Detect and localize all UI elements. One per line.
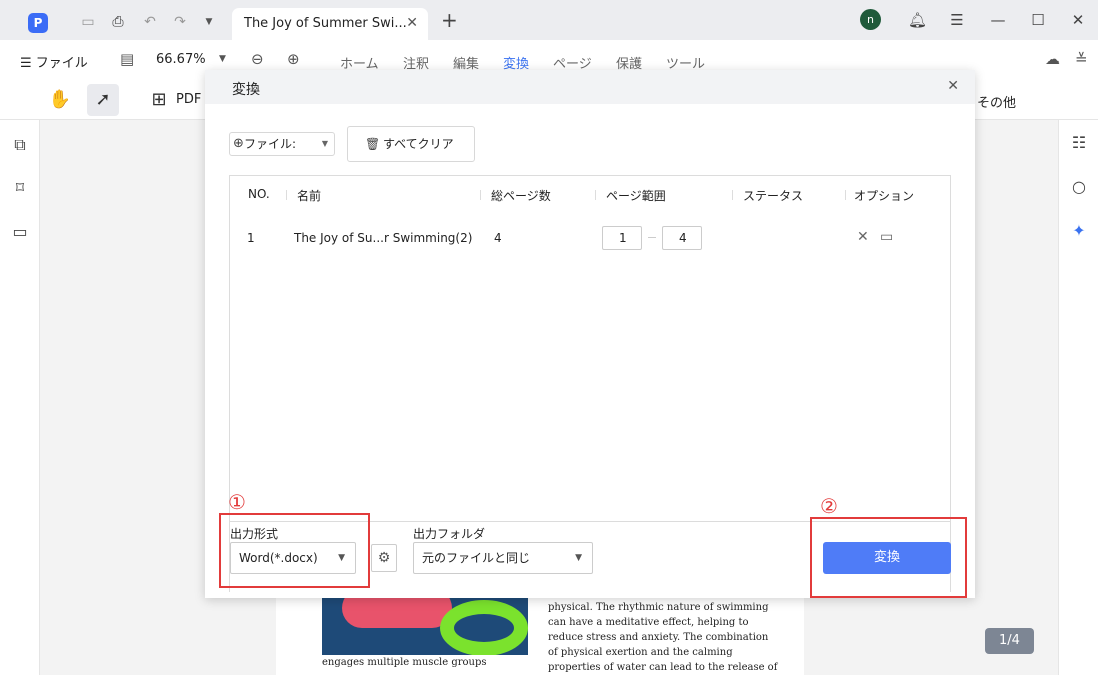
column-divider xyxy=(286,190,287,200)
app-logo-icon: P xyxy=(28,13,48,33)
trash-icon: 🗑︎ xyxy=(365,137,381,151)
row-number: 1 xyxy=(247,231,255,245)
pool-floats-image xyxy=(322,598,528,655)
page-range-to-input[interactable]: 4 xyxy=(662,226,702,250)
cloud-upload-icon[interactable]: ☁ xyxy=(1045,50,1060,68)
other-formats-label[interactable]: その他 xyxy=(977,92,1016,111)
minimize-icon[interactable]: — xyxy=(989,11,1007,29)
avatar[interactable]: n xyxy=(860,9,881,30)
format-settings-icon[interactable]: ⚙ xyxy=(371,544,397,572)
zoom-in-icon[interactable]: ⊕ xyxy=(287,50,300,68)
zoom-level[interactable]: 66.67% xyxy=(156,52,206,67)
column-header-page-range: ページ範囲 xyxy=(606,189,666,203)
annotation-marker-2: ② xyxy=(820,494,838,518)
document-tab[interactable]: The Joy of Summer Swi... ✕ xyxy=(232,8,428,40)
annotation-marker-1: ① xyxy=(228,490,246,514)
search-icon[interactable]: ○ xyxy=(1068,176,1090,198)
page-view-icon[interactable]: ▤ xyxy=(120,50,134,68)
column-header-options: オプション xyxy=(854,189,915,203)
right-sidebar: ☷ ○ ✦ xyxy=(1058,120,1098,675)
undo-icon[interactable]: ↶ xyxy=(142,14,158,30)
thumbnail-icon[interactable]: ⧉ xyxy=(9,134,31,156)
column-header-no: NO. xyxy=(248,187,270,201)
page-range-from-input[interactable]: 1 xyxy=(602,226,642,250)
create-pdf-label[interactable]: PDF xyxy=(176,92,201,107)
row-file-name: The Joy of Su...r Swimming(2) xyxy=(294,231,473,245)
caret-down-icon: ▼ xyxy=(321,139,328,148)
plus-circle-icon: ⊕ xyxy=(233,136,244,151)
document-body-text: physical. The rhythmic nature of swimmin… xyxy=(548,602,778,673)
green-float-shape xyxy=(440,600,528,655)
range-separator xyxy=(648,237,656,238)
bell-icon[interactable]: 🔔︎ xyxy=(908,11,927,29)
output-folder-select[interactable]: 元のファイルと同じ ▼ xyxy=(413,542,593,574)
ai-sparkle-icon[interactable]: ✦ xyxy=(1068,220,1090,242)
zoom-out-icon[interactable]: ⊖ xyxy=(251,50,264,68)
hand-tool-icon[interactable]: ✋ xyxy=(44,84,76,116)
open-folder-icon[interactable]: ▭ xyxy=(880,229,893,245)
column-header-name: 名前 xyxy=(297,189,322,203)
menu-icon[interactable]: ☰ xyxy=(948,11,966,29)
column-header-total-pages: 総ページ数 xyxy=(491,189,551,203)
annotation-box-output-format xyxy=(219,513,370,588)
column-divider xyxy=(845,190,846,200)
column-divider xyxy=(480,190,481,200)
row-total-pages: 4 xyxy=(494,231,502,245)
dropdown-arrow-icon: ▼ xyxy=(575,553,582,563)
remove-file-icon[interactable]: ✕ xyxy=(857,229,869,245)
column-divider xyxy=(732,190,733,200)
save-icon[interactable]: ▭ xyxy=(80,14,96,30)
print-icon[interactable]: ⎙ xyxy=(110,14,126,30)
document-tab-title: The Joy of Summer Swi... xyxy=(244,16,407,31)
hamburger-icon: ☰ xyxy=(20,56,36,71)
dialog-header: 変換 ✕ xyxy=(205,70,975,104)
dialog-title: 変換 xyxy=(232,82,260,98)
quick-access-dropdown-icon[interactable]: ▼ xyxy=(201,14,217,30)
select-tool-icon[interactable]: ➚ xyxy=(87,84,119,116)
add-file-button[interactable]: ⊕ ファイル: ▼ xyxy=(229,132,335,156)
maximize-icon[interactable]: ☐ xyxy=(1029,11,1047,29)
image-caption: engages multiple muscle groups xyxy=(322,657,487,668)
comment-icon[interactable]: ▭ xyxy=(9,221,31,243)
collapse-ribbon-icon[interactable]: ≚ xyxy=(1075,50,1088,68)
create-pdf-icon[interactable]: ⊞ xyxy=(143,84,175,116)
file-menu[interactable]: ☰ ファイル xyxy=(20,52,88,71)
close-dialog-icon[interactable]: ✕ xyxy=(947,78,959,94)
pink-float-shape xyxy=(342,598,452,628)
close-tab-icon[interactable]: ✕ xyxy=(406,15,418,31)
redo-icon[interactable]: ↷ xyxy=(172,14,188,30)
properties-icon[interactable]: ☷ xyxy=(1068,132,1090,154)
annotation-box-convert xyxy=(810,517,967,598)
output-folder-label: 出力フォルダ xyxy=(413,527,486,541)
title-bar: P ▭ ⎙ ↶ ↷ ▼ The Joy of Summer Swi... ✕ +… xyxy=(0,0,1098,40)
zoom-dropdown-icon[interactable]: ▼ xyxy=(219,54,226,64)
bookmark-icon[interactable]: ⌑ xyxy=(9,177,31,199)
column-header-status: ステータス xyxy=(743,189,804,203)
left-sidebar: ⧉ ⌑ ▭ xyxy=(0,120,40,675)
new-tab-icon[interactable]: + xyxy=(441,10,458,30)
page-counter: 1/4 xyxy=(985,628,1034,654)
clear-all-button[interactable]: 🗑︎ すべてクリア xyxy=(347,126,475,162)
column-divider xyxy=(595,190,596,200)
close-window-icon[interactable]: ✕ xyxy=(1069,11,1087,29)
